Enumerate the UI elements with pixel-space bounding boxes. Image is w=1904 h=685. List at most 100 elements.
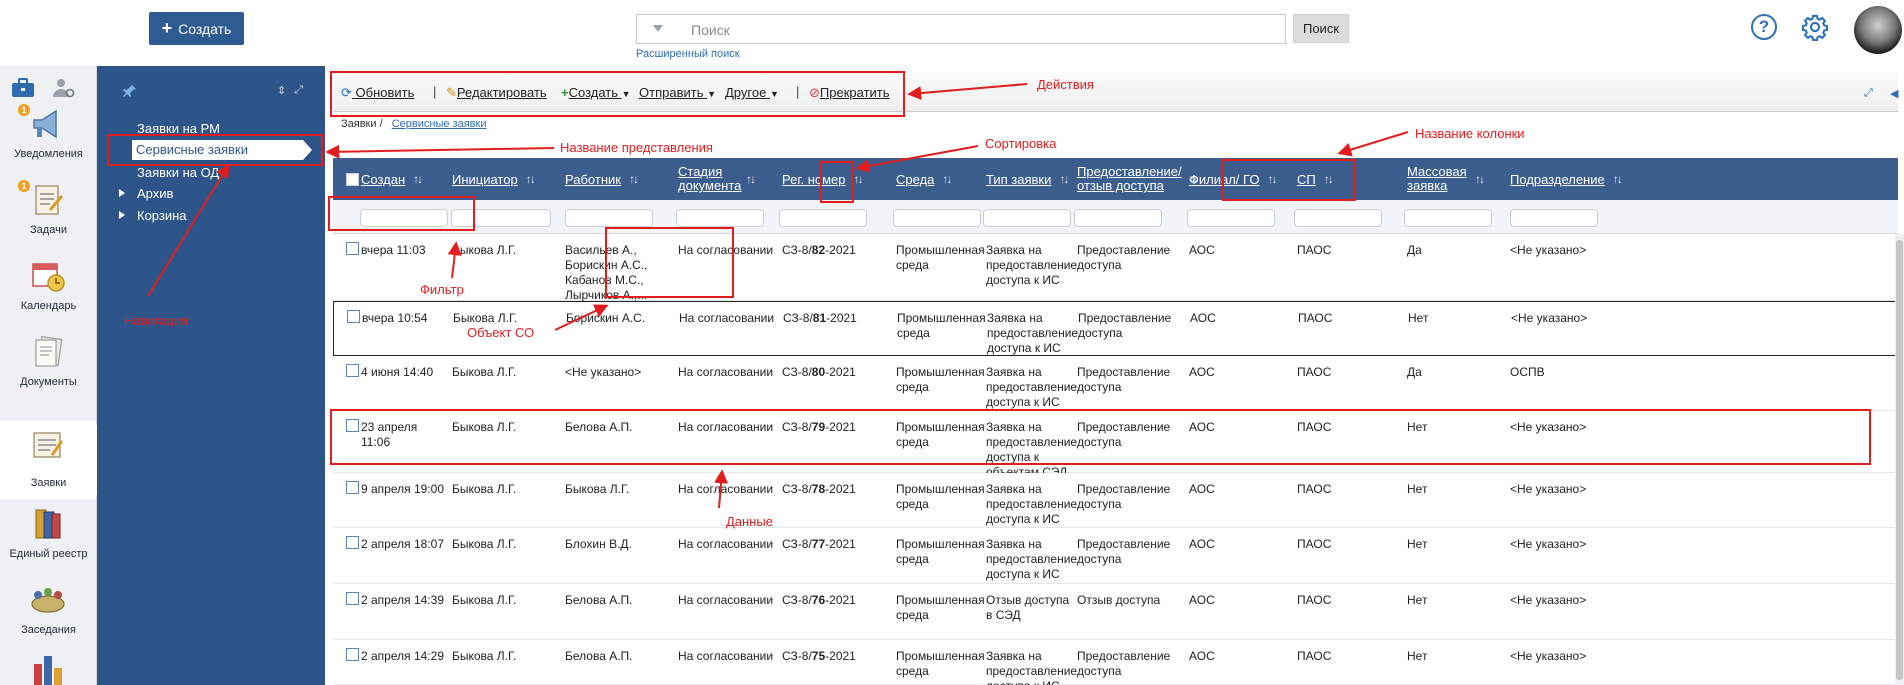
row-checkbox[interactable]	[346, 648, 359, 661]
col-label: Работник	[565, 171, 621, 187]
col-created[interactable]: Создан ↑↓	[361, 158, 423, 200]
col-stage[interactable]: Стадия документа ↑↓	[678, 158, 756, 200]
pin-icon[interactable]	[123, 84, 137, 98]
reports-icon[interactable]	[28, 650, 68, 685]
table-row[interactable]: вчера 11:03 Быкова Л.Г. Васильев А., Борис…	[333, 234, 1898, 302]
table-row[interactable]: вчера 10:54 Быкова Л.Г. Борискин А.С. На со…	[333, 301, 1898, 356]
sort-icon[interactable]: ↑↓	[854, 172, 864, 186]
row-checkbox[interactable]	[347, 310, 360, 323]
filter-type[interactable]	[983, 209, 1071, 227]
search-button[interactable]: Поиск	[1293, 14, 1349, 43]
nav-label: Документы	[20, 376, 77, 388]
select-all-checkbox[interactable]	[346, 173, 359, 186]
cell-reg-number: СЗ-8/82-2021	[782, 243, 892, 258]
annotation-object-box	[605, 227, 734, 298]
search-box[interactable]	[636, 14, 1286, 44]
expand-arrow-icon[interactable]	[119, 189, 125, 197]
sort-icon[interactable]: ↑↓	[1475, 172, 1485, 186]
filter-stage[interactable]	[676, 209, 764, 227]
filter-mass[interactable]	[1404, 209, 1492, 227]
cell-initiator: Быкова Л.Г.	[452, 482, 517, 496]
nav-requests[interactable]: Заявки	[0, 421, 104, 499]
sort-icon[interactable]: ↑↓	[746, 172, 756, 186]
table-row[interactable]: 9 апреля 19:00 Быкова Л.Г. Быкова Л.Г. На с…	[333, 473, 1898, 528]
cell-stage: На согласовании	[678, 593, 774, 607]
cell-initiator: Быкова Л.Г.	[452, 537, 517, 551]
tasks-badge: 1	[18, 180, 30, 192]
cell-branch: АОС	[1189, 593, 1215, 607]
cell-stage: На согласовании	[678, 482, 774, 496]
cell-mass: Нет	[1408, 311, 1429, 325]
filter-sp[interactable]	[1294, 209, 1382, 227]
collapse-icon[interactable]: ⤢	[294, 84, 303, 97]
cell-unit: <Не указано>	[1511, 311, 1588, 325]
row-checkbox[interactable]	[346, 481, 359, 494]
avatar[interactable]	[1854, 6, 1902, 54]
help-icon[interactable]: ?	[1751, 14, 1777, 40]
tree-item-trash[interactable]: Корзина	[119, 208, 187, 223]
expand-arrow-icon[interactable]	[119, 211, 125, 219]
col-mass[interactable]: Массовая заявка ↑↓	[1407, 158, 1485, 200]
nav-tasks[interactable]: 1 Задачи	[0, 176, 97, 246]
expand-icon[interactable]: ⇕	[277, 84, 286, 97]
nav-registry[interactable]: Единый реестр	[0, 500, 97, 570]
sort-icon[interactable]: ↑↓	[526, 172, 536, 186]
cell-branch: АОС	[1189, 649, 1215, 663]
filter-access[interactable]	[1074, 209, 1162, 227]
col-type[interactable]: Тип заявки ↑↓	[986, 158, 1069, 200]
sort-icon[interactable]: ↑↓	[629, 172, 639, 186]
nav-meetings[interactable]: Заседания	[0, 576, 97, 646]
row-checkbox[interactable]	[346, 242, 359, 255]
col-initiator[interactable]: Инициатор ↑↓	[452, 158, 536, 200]
search-input[interactable]	[691, 20, 1271, 40]
briefcase-icon[interactable]	[10, 76, 36, 100]
filter-worker[interactable]	[565, 209, 653, 227]
breadcrumb-current[interactable]: Сервисные заявки	[392, 118, 487, 130]
tree-item-od[interactable]: Заявки на ОД	[137, 165, 219, 180]
sort-icon[interactable]: ↑↓	[1613, 172, 1623, 186]
scrollbar[interactable]	[1895, 234, 1904, 685]
sort-icon[interactable]: ↑↓	[413, 172, 423, 186]
table-row[interactable]: 2 апреля 14:39 Быкова Л.Г. Белова А.П. На с…	[333, 584, 1898, 640]
gear-icon[interactable]	[1801, 13, 1829, 41]
filter-branch[interactable]	[1187, 209, 1275, 227]
notifications-badge: 1	[18, 104, 30, 116]
cell-env: Промышленная среда	[896, 365, 985, 394]
col-worker[interactable]: Работник ↑↓	[565, 158, 639, 200]
row-checkbox[interactable]	[346, 592, 359, 605]
filter-reg-number[interactable]	[779, 209, 867, 227]
cell-type: Заявка на предоставление доступа к ИС	[986, 243, 1078, 287]
reg-prefix: СЗ-8/	[782, 243, 812, 257]
table-row[interactable]: 2 апреля 14:29 Быкова Л.Г. Белова А.П. На с…	[333, 640, 1898, 685]
breadcrumb-root[interactable]: Заявки	[341, 118, 377, 130]
main-content: ⟳ Обновить | ✎Редактировать +Создать ▼ О…	[325, 66, 1904, 685]
collapse-panel-icon[interactable]: ◀	[1890, 87, 1898, 100]
table-row[interactable]: 2 апреля 18:07 Быкова Л.Г. Блохин В.Д. На с…	[333, 528, 1898, 584]
nav-documents[interactable]: Документы	[0, 328, 97, 398]
tree-item-archive[interactable]: Архив	[119, 186, 173, 201]
nav-label: Уведомления	[14, 148, 83, 160]
fullscreen-icon[interactable]: ⤢	[1864, 87, 1873, 100]
cell-sp: ПАОС	[1297, 482, 1332, 496]
filter-unit[interactable]	[1510, 209, 1598, 227]
sort-icon[interactable]: ↑↓	[942, 172, 952, 186]
col-access[interactable]: Предоставление/ отзыв доступа ↑↓	[1077, 158, 1199, 200]
user-settings-icon[interactable]	[50, 76, 76, 100]
tree-expand-collapse[interactable]: ⇕ ⤢	[277, 84, 303, 97]
reg-suffix: -2021	[825, 365, 856, 379]
chevron-down-icon[interactable]	[653, 25, 663, 32]
sort-icon[interactable]: ↑↓	[1059, 172, 1069, 186]
nav-calendar[interactable]: Календарь	[0, 252, 97, 322]
col-env[interactable]: Среда ↑↓	[896, 158, 952, 200]
col-unit[interactable]: Подразделение ↑↓	[1510, 158, 1623, 200]
row-checkbox[interactable]	[346, 364, 359, 377]
scrollbar-thumb[interactable]	[1896, 240, 1903, 680]
nav-notifications[interactable]: 1 Уведомления	[0, 100, 97, 170]
filter-env[interactable]	[893, 209, 981, 227]
row-checkbox[interactable]	[346, 536, 359, 549]
create-button[interactable]: + Создать	[149, 12, 244, 45]
cell-reg-number: СЗ-8/75-2021	[782, 649, 892, 664]
table-row[interactable]: 4 июня 14:40 Быкова Л.Г. <Не указано> На со…	[333, 356, 1898, 411]
advanced-search-link[interactable]: Расширенный поиск	[636, 48, 740, 60]
cell-unit: ОСПВ	[1510, 365, 1545, 379]
